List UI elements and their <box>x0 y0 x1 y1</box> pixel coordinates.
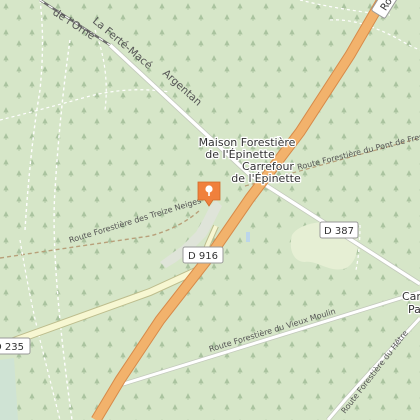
shield-d235-label: D 235 <box>0 342 24 353</box>
map-layer[interactable]: D 916 D 387 D 235 Ro de l'Orne La Ferté-… <box>0 0 420 420</box>
shield-d387[interactable]: D 387 <box>319 221 359 239</box>
shield-d235[interactable]: D 235 <box>0 337 31 355</box>
label-carrefour-2: de l'Épinette <box>231 172 301 185</box>
label-edge-pa: Pa <box>408 303 420 316</box>
shield-d916[interactable]: D 916 <box>182 246 224 264</box>
shield-d387-label: D 387 <box>324 226 354 237</box>
map-canvas[interactable]: D 916 D 387 D 235 Ro de l'Orne La Ferté-… <box>0 0 420 420</box>
label-edge-car: Car <box>402 290 420 303</box>
shield-d916-label: D 916 <box>188 251 218 262</box>
pond <box>246 232 250 242</box>
